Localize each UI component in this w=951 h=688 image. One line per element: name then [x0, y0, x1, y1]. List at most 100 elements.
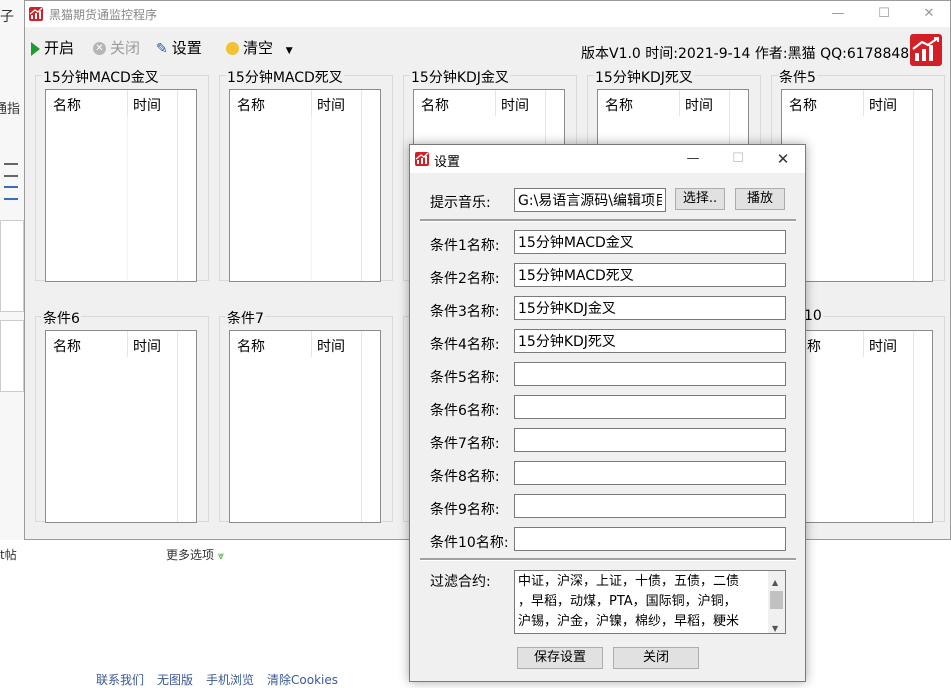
main-window-title: 黑猫期货通监控程序: [49, 8, 158, 22]
column-divider: [679, 90, 680, 116]
group-label-3: 15分钟KDJ金叉: [410, 67, 510, 87]
music-label: 提示音乐:: [430, 195, 491, 211]
footer-link-clear-cookies[interactable]: 清除Cookies: [267, 671, 338, 688]
condition-2-input[interactable]: [514, 263, 786, 287]
condition-6-label: 条件6名称:: [430, 403, 500, 419]
column-divider: [863, 331, 864, 357]
cancel-circle-icon: ✕: [93, 42, 106, 55]
filter-line: 沪锡，沪金，沪镍，棉纱，早稻，粳米: [518, 614, 740, 629]
start-button[interactable]: 开启: [31, 38, 74, 58]
column-time[interactable]: 时间: [133, 95, 161, 115]
main-titlebar: 黑猫期货通监控程序 — ☐ ✕: [25, 1, 950, 27]
condition-1-label: 条件1名称:: [430, 238, 500, 254]
column-time[interactable]: 时间: [317, 95, 345, 115]
clear-label: 清空: [243, 39, 274, 57]
condition-8-input[interactable]: [514, 461, 786, 485]
settings-button[interactable]: ✎ 设置: [156, 38, 202, 58]
save-settings-button[interactable]: 保存设置: [517, 647, 603, 669]
column-time[interactable]: 时间: [685, 95, 713, 115]
settings-label: 设置: [171, 39, 202, 57]
condition-9-input[interactable]: [514, 494, 786, 518]
background-frag-side: 通指: [0, 102, 21, 117]
column-name-partial[interactable]: 称: [807, 336, 821, 356]
condition-5-input[interactable]: [514, 362, 786, 386]
column-name[interactable]: 名称: [237, 336, 265, 356]
column-name[interactable]: 名称: [605, 95, 633, 115]
app-logo-large-icon: [910, 34, 942, 66]
start-label: 开启: [44, 39, 75, 57]
column-name[interactable]: 名称: [53, 336, 81, 356]
filter-line: ，早稻，动煤，PTA，国际铜，沪铜，: [518, 594, 737, 609]
column-divider: [311, 331, 312, 357]
column-divider: [913, 331, 914, 522]
footer-link-noimage[interactable]: 无图版: [157, 671, 193, 688]
choose-music-button[interactable]: 选择..: [675, 188, 725, 210]
wrench-icon: ✎: [156, 40, 168, 57]
version-info: 版本V1.0 时间:2021-9-14 作者:黑猫 QQ:617884838: [581, 46, 928, 62]
filter-scrollbar[interactable]: ▲ ▼: [768, 571, 785, 633]
column-divider: [361, 331, 362, 522]
column-name[interactable]: 名称: [789, 95, 817, 115]
column-divider: [127, 331, 128, 357]
condition-8-label: 条件8名称:: [430, 469, 500, 485]
play-music-button[interactable]: 播放: [735, 188, 785, 210]
stop-button[interactable]: ✕ 关闭: [93, 38, 140, 58]
column-time[interactable]: 时间: [869, 336, 897, 356]
column-time[interactable]: 时间: [133, 336, 161, 356]
column-divider: [177, 90, 178, 281]
condition-4-input[interactable]: [514, 329, 786, 353]
footer-link-mobile[interactable]: 手机浏览: [206, 671, 254, 688]
more-options-link[interactable]: 更多选项 ⩔: [166, 546, 224, 563]
group-label-5: 条件5: [778, 67, 817, 87]
condition-10-label: 条件10名称:: [430, 535, 509, 551]
column-name[interactable]: 名称: [53, 95, 81, 115]
scroll-thumb[interactable]: [770, 591, 783, 609]
more-options-label: 更多选项: [166, 548, 215, 562]
dialog-divider-bottom: [420, 558, 796, 561]
condition-3-input[interactable]: [514, 296, 786, 320]
group-label-7: 条件7: [226, 308, 265, 328]
scroll-down-arrow-icon[interactable]: ▼: [772, 619, 778, 633]
close-button[interactable]: ✕: [919, 4, 939, 24]
grid-line: [311, 116, 312, 281]
footer-link-contact[interactable]: 联系我们: [96, 671, 144, 688]
list-condition-1[interactable]: 名称 时间: [45, 89, 197, 282]
app-logo-icon: [29, 7, 43, 21]
list-condition-2[interactable]: 名称 时间: [229, 89, 381, 282]
condition-10-input[interactable]: [514, 527, 786, 551]
grid-line: [127, 116, 128, 281]
column-divider: [177, 331, 178, 522]
column-name[interactable]: 名称: [421, 95, 449, 115]
list-icon: [4, 163, 18, 177]
column-time[interactable]: 时间: [869, 95, 897, 115]
condition-9-label: 条件9名称:: [430, 502, 500, 518]
list-condition-7[interactable]: 名称 时间: [229, 330, 381, 523]
dialog-maximize-button[interactable]: ☐: [728, 149, 748, 169]
condition-3-label: 条件3名称:: [430, 304, 500, 320]
clear-button[interactable]: 清空 ▼: [226, 38, 293, 58]
condition-5-label: 条件5名称:: [430, 370, 500, 386]
condition-1-input[interactable]: [514, 230, 786, 254]
close-dialog-button[interactable]: 关闭: [613, 647, 699, 669]
column-time[interactable]: 时间: [317, 336, 345, 356]
filter-contracts-textarea[interactable]: 中证，沪深，上证，十债，五债，二债 ，早稻，动煤，PTA，国际铜，沪铜， 沪锡，…: [514, 570, 786, 634]
dialog-minimize-button[interactable]: —: [683, 149, 703, 169]
condition-6-input[interactable]: [514, 395, 786, 419]
scroll-up-arrow-icon[interactable]: ▲: [772, 573, 778, 593]
condition-7-input[interactable]: [514, 428, 786, 452]
maximize-button[interactable]: ☐: [874, 4, 894, 24]
condition-4-label: 条件4名称:: [430, 337, 500, 353]
filter-label: 过滤合约:: [430, 574, 491, 590]
minimize-button[interactable]: —: [828, 4, 848, 24]
column-time[interactable]: 时间: [501, 95, 529, 115]
dialog-close-button[interactable]: ✕: [773, 149, 793, 169]
condition-2-label: 条件2名称:: [430, 271, 500, 287]
music-path-input[interactable]: [514, 188, 666, 212]
dialog-titlebar: 设置 — ☐ ✕: [410, 145, 805, 173]
column-name[interactable]: 名称: [237, 95, 265, 115]
app-logo-icon: [415, 152, 429, 166]
list-condition-6[interactable]: 名称 时间: [45, 330, 197, 523]
background-frag-title: 子: [0, 9, 14, 25]
condition-7-label: 条件7名称:: [430, 436, 500, 452]
background-frag-bottom: t帖: [0, 548, 17, 562]
